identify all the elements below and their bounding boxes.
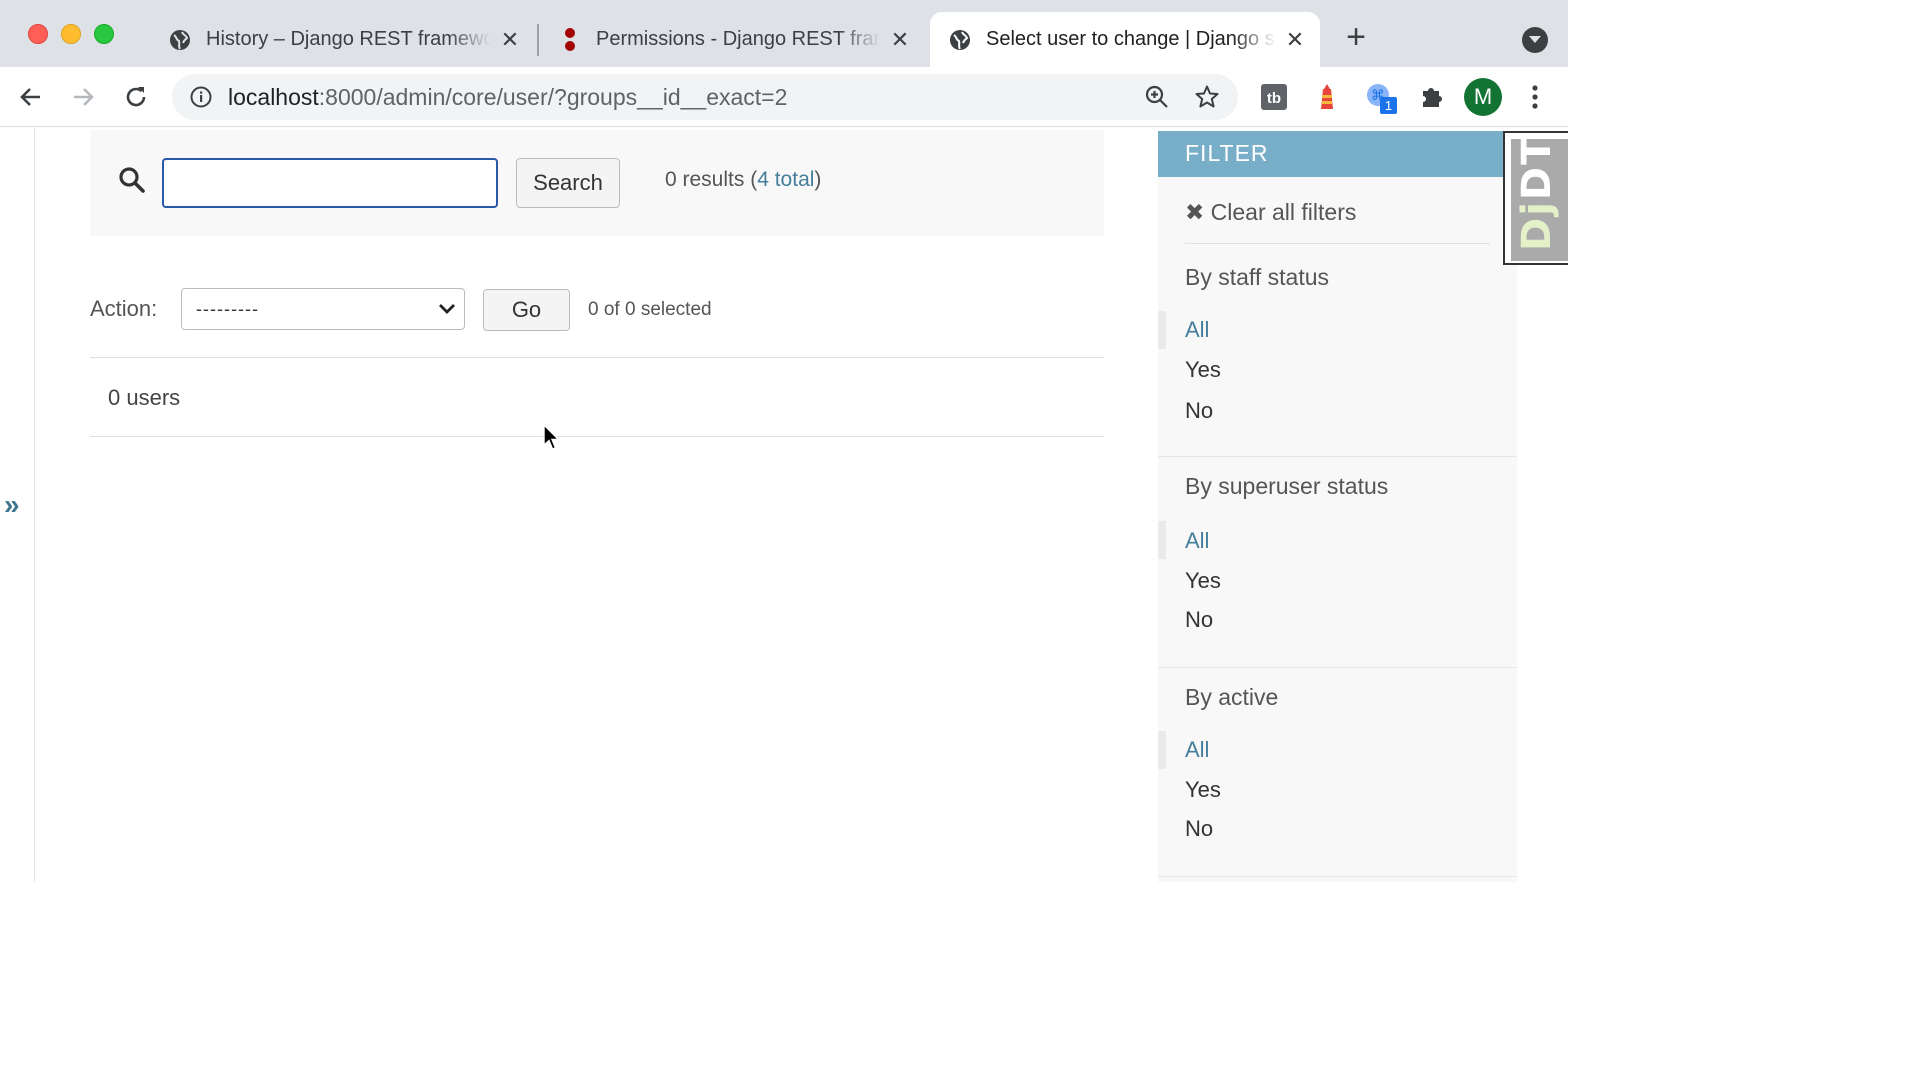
nav-sidebar-toggle[interactable]: » <box>4 490 28 520</box>
profile-avatar[interactable]: M <box>1464 78 1502 116</box>
changelist-filter: FILTER ✖ Clear all filters By staff stat… <box>1158 131 1517 882</box>
result-count: 0 results (4 total) <box>665 168 821 192</box>
filter-superuser-no[interactable]: No <box>1185 607 1213 633</box>
djdt-label: DjDT <box>1514 136 1560 251</box>
filter-staff-no[interactable]: No <box>1185 398 1213 424</box>
mouse-cursor-icon <box>543 424 561 450</box>
divider <box>1158 456 1517 457</box>
window-minimize-button[interactable] <box>61 24 81 44</box>
actions-bar: Action: --------- Go 0 of 0 selected <box>90 288 1104 331</box>
bookmark-star-icon[interactable] <box>1194 84 1220 110</box>
svg-text:tb: tb <box>1267 90 1281 107</box>
more-options-icon[interactable] <box>1526 81 1544 113</box>
action-label: Action: <box>90 296 158 321</box>
filter-selected-indicator <box>1158 311 1166 349</box>
filter-staff-all[interactable]: All <box>1185 317 1209 343</box>
search-button[interactable]: Search <box>516 158 620 208</box>
browser-tab-history[interactable]: History – Django REST framework ✕ <box>150 12 535 67</box>
browser-tab-select-user[interactable]: Select user to change | Django site admi… <box>930 12 1320 67</box>
window-close-button[interactable] <box>28 24 48 44</box>
divider <box>1158 667 1517 668</box>
action-selected-counter: 0 of 0 selected <box>588 299 712 320</box>
djdt-label-dj: Dj <box>1514 200 1560 251</box>
changelist-search-toolbar: Search 0 results (4 total) <box>90 130 1104 236</box>
reload-button[interactable] <box>120 81 152 113</box>
arrow-right-icon <box>74 88 94 106</box>
drf-icon <box>565 27 575 51</box>
tab-search-button[interactable] <box>1522 27 1548 53</box>
browser-toolbar: localhost:8000/admin/core/user/?groups__… <box>0 67 1568 127</box>
close-icon[interactable]: ✕ <box>889 28 911 51</box>
show-all-link[interactable]: 4 total <box>757 168 814 191</box>
chevron-down-icon <box>439 304 455 314</box>
lighthouse-icon[interactable] <box>1312 82 1342 112</box>
divider <box>1185 243 1490 244</box>
filter-selected-indicator <box>1158 731 1166 769</box>
result-list-count: 0 users <box>108 385 181 410</box>
djdt-label-dt: DT <box>1514 135 1560 201</box>
filter-superuser-all[interactable]: All <box>1185 528 1209 554</box>
django-debug-toolbar-handle[interactable]: DjDT <box>1503 131 1568 265</box>
tab-separator <box>537 24 539 56</box>
new-tab-button[interactable]: + <box>1340 20 1372 54</box>
filter-selected-indicator <box>1158 521 1166 559</box>
info-icon[interactable] <box>190 86 212 108</box>
filter-superuser-yes[interactable]: Yes <box>1185 568 1221 594</box>
nav-sidebar-border <box>34 128 35 882</box>
filter-staff-yes[interactable]: Yes <box>1185 357 1221 383</box>
filter-title-superuser-status: By superuser status <box>1185 473 1389 499</box>
url-text[interactable]: localhost:8000/admin/core/user/?groups__… <box>228 84 787 111</box>
tab-title: Permissions - Django REST framework <box>596 28 881 50</box>
search-input[interactable] <box>162 158 498 208</box>
close-icon[interactable]: ✕ <box>1284 28 1306 51</box>
filter-active-all[interactable]: All <box>1185 737 1209 763</box>
filter-title-staff-status: By staff status <box>1185 264 1330 290</box>
result-count-prefix: 0 results ( <box>665 168 758 191</box>
reload-icon <box>126 87 146 107</box>
window-zoom-button[interactable] <box>94 24 114 44</box>
action-select[interactable]: --------- <box>181 288 465 330</box>
browser-tab-permissions[interactable]: Permissions - Django REST framework ✕ <box>540 12 925 67</box>
extension-badge: 1 <box>1380 97 1397 114</box>
filter-title: FILTER <box>1185 140 1269 166</box>
filter-active-no[interactable]: No <box>1185 816 1213 842</box>
result-count-suffix: ) <box>814 168 822 191</box>
divider <box>90 436 1104 437</box>
divider <box>1158 876 1517 877</box>
zoom-icon[interactable] <box>1144 84 1170 110</box>
globe-icon <box>950 29 970 50</box>
address-bar[interactable]: localhost:8000/admin/core/user/?groups__… <box>172 74 1238 120</box>
extension-tb-icon[interactable]: tb <box>1259 82 1289 112</box>
tab-title: Select user to change | Django site admi… <box>986 28 1276 50</box>
go-button[interactable]: Go <box>483 289 570 331</box>
page-content: » Search 0 results (4 total) Action: ---… <box>0 128 1568 882</box>
close-icon[interactable]: ✕ <box>499 28 521 51</box>
url-host: localhost <box>228 84 319 110</box>
filter-header: FILTER <box>1158 131 1517 177</box>
action-select-value: --------- <box>196 299 259 319</box>
url-path: :8000/admin/core/user/?groups__id__exact… <box>318 84 788 110</box>
filter-title-active: By active <box>1185 684 1279 710</box>
arrow-left-icon <box>20 88 40 106</box>
tab-title: History – Django REST framework <box>206 28 491 50</box>
extension-command-icon[interactable]: ⌘ 1 <box>1365 82 1397 114</box>
forward-button[interactable] <box>67 81 99 113</box>
globe-icon <box>170 29 190 50</box>
chevron-down-icon <box>1529 36 1541 43</box>
browser-tab-strip: History – Django REST framework ✕ Permis… <box>0 0 1568 67</box>
clear-all-filters-link[interactable]: ✖ Clear all filters <box>1185 199 1356 226</box>
divider <box>90 357 1104 358</box>
search-icon <box>119 167 145 193</box>
back-button[interactable] <box>15 81 47 113</box>
puzzle-icon[interactable] <box>1417 82 1447 112</box>
djdt-handle-inner: DjDT <box>1511 136 1568 261</box>
filter-active-yes[interactable]: Yes <box>1185 777 1221 803</box>
